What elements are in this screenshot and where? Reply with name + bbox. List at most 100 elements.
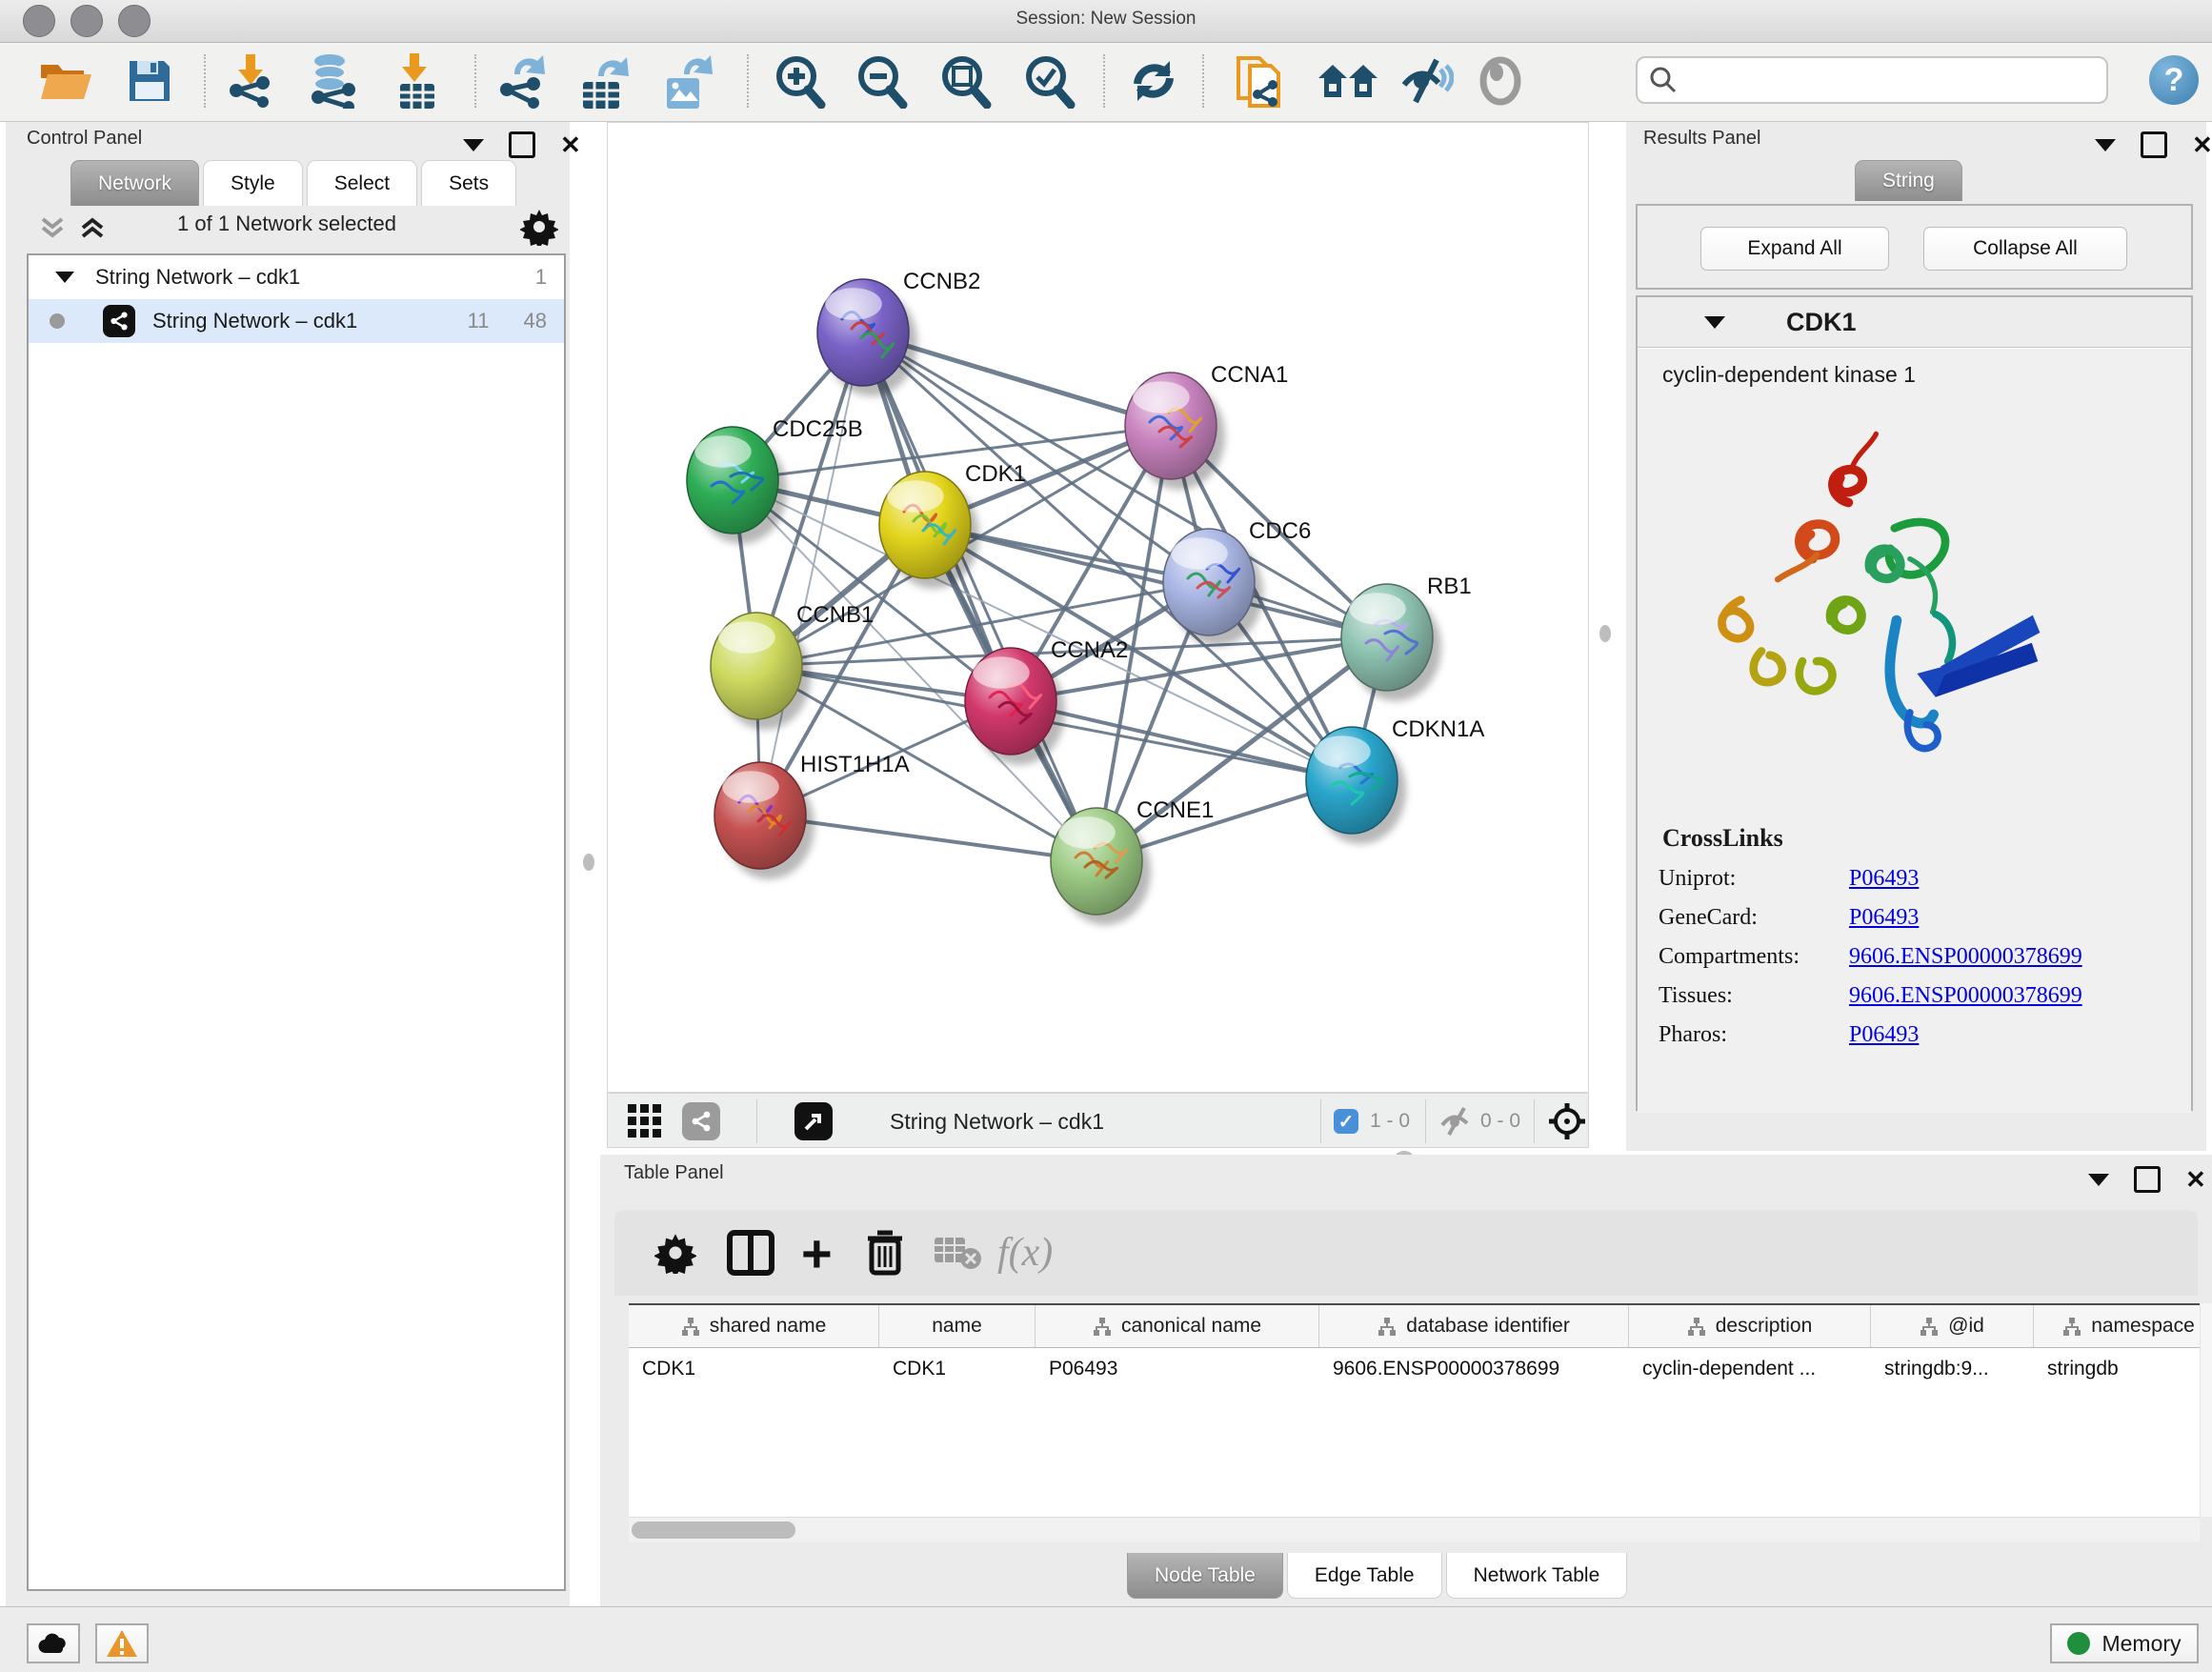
network-row[interactable]: String Network – cdk1 11 48 [29, 299, 564, 343]
table-horizontal-scrollbar[interactable] [629, 1517, 2200, 1542]
crosslink-link[interactable]: P06493 [1849, 905, 1919, 931]
table-row[interactable]: CDK1CDK1P064939606.ENSP00000378699cyclin… [629, 1348, 2200, 1390]
apply-layout-icon[interactable] [1128, 50, 1179, 111]
tab-sets[interactable]: Sets [421, 160, 516, 206]
table-cell: stringdb:9... [1871, 1348, 2034, 1390]
node-CCNB1[interactable] [711, 613, 802, 719]
column-header-shared-name[interactable]: shared name [629, 1305, 879, 1347]
panel-menu-icon[interactable] [2095, 139, 2116, 151]
node-CCNA2[interactable] [965, 648, 1056, 755]
import-table-file-icon[interactable] [392, 50, 440, 111]
selected-checkbox-icon[interactable]: ✓ [1334, 1100, 1358, 1142]
tab-style[interactable]: Style [203, 160, 303, 206]
column-header-description[interactable]: description [1629, 1305, 1871, 1347]
memory-button[interactable]: Memory [2050, 1623, 2199, 1663]
collection-expand-icon[interactable] [55, 272, 74, 283]
node-CCNE1[interactable] [1051, 808, 1142, 915]
node-CDC25B[interactable] [687, 427, 778, 534]
grid-view-icon[interactable] [627, 1100, 663, 1142]
warnings-button[interactable] [95, 1623, 149, 1663]
hide-graphics-details-icon[interactable] [1398, 50, 1454, 111]
node-RB1[interactable] [1341, 584, 1433, 691]
open-session-icon[interactable] [38, 50, 93, 111]
search-box[interactable] [1636, 56, 2108, 104]
column-header-canonical-name[interactable]: canonical name [1036, 1305, 1319, 1347]
crosslink-link[interactable]: 9606.ENSP00000378699 [1849, 944, 2082, 970]
string-view-icon[interactable] [682, 1100, 720, 1142]
tab-network-table[interactable]: Network Table [1446, 1553, 1628, 1599]
zoom-fit-icon[interactable] [939, 50, 993, 111]
help-icon[interactable]: ? [2149, 55, 2199, 105]
crosslink-link[interactable]: P06493 [1849, 1022, 1919, 1048]
tab-string[interactable]: String [1855, 160, 1962, 201]
delete-column-trash-icon[interactable] [864, 1227, 906, 1279]
scrollbar-thumb[interactable] [632, 1521, 795, 1539]
expand-all-button[interactable]: Expand All [1700, 227, 1889, 271]
panel-float-icon[interactable] [509, 131, 535, 158]
cloud-button[interactable] [27, 1623, 80, 1663]
panel-close-icon[interactable]: ✕ [2192, 134, 2212, 155]
crosshair-icon[interactable] [1547, 1100, 1587, 1142]
hidden-eye-icon[interactable] [1438, 1100, 1473, 1142]
delete-table-icon[interactable] [933, 1227, 982, 1279]
crosslink-link[interactable]: 9606.ENSP00000378699 [1849, 983, 2082, 1009]
table-options-gear-icon[interactable] [654, 1227, 696, 1279]
panel-float-icon[interactable] [2134, 1166, 2161, 1193]
column-header-namespace[interactable]: namespace [2034, 1305, 2200, 1347]
zoom-in-icon[interactable] [774, 50, 827, 111]
export-image-icon[interactable] [661, 50, 714, 111]
show-overview-houses-icon[interactable] [1317, 50, 1379, 111]
tab-select[interactable]: Select [307, 160, 417, 206]
expand-all-networks-icon[interactable] [78, 213, 107, 242]
vertical-splitter-handle[interactable] [1599, 625, 1611, 642]
open-in-window-icon[interactable] [794, 1100, 833, 1142]
import-network-database-icon[interactable] [303, 50, 362, 111]
node-CDK1[interactable] [879, 472, 971, 578]
export-table-icon[interactable] [577, 50, 631, 111]
collapse-all-button[interactable]: Collapse All [1923, 227, 2127, 271]
network-panel-options-gear-icon[interactable] [520, 208, 558, 246]
vertical-splitter-handle[interactable] [583, 854, 594, 871]
collapse-all-networks-icon[interactable] [38, 213, 67, 242]
show-graphics-details-icon[interactable] [1475, 50, 1526, 111]
column-header--id[interactable]: @id [1871, 1305, 2034, 1347]
tab-node-table[interactable]: Node Table [1127, 1553, 1283, 1599]
column-header-name[interactable]: name [879, 1305, 1036, 1347]
import-network-file-icon[interactable] [225, 50, 274, 111]
table-vertical-scrollbar[interactable] [2200, 1303, 2212, 1517]
panel-menu-icon[interactable] [463, 139, 484, 151]
network-list: String Network – cdk1 1 String Network –… [27, 253, 566, 1591]
zoom-selected-icon[interactable] [1023, 50, 1076, 111]
panel-menu-icon[interactable] [2088, 1174, 2109, 1186]
save-session-icon[interactable] [126, 50, 173, 111]
column-header-database-identifier[interactable]: database identifier [1319, 1305, 1629, 1347]
show-columns-icon[interactable] [727, 1227, 774, 1279]
crosslink-label: Pharos: [1659, 1022, 1849, 1048]
entry-collapse-icon[interactable] [1704, 316, 1725, 329]
cdk1-entry-header[interactable]: CDK1 [1638, 297, 2191, 348]
search-icon [1649, 66, 1678, 94]
node-table[interactable]: shared namenamecanonical namedatabase id… [629, 1303, 2200, 1519]
search-input[interactable] [1678, 69, 2081, 92]
create-column-plus-icon[interactable]: + [801, 1227, 833, 1279]
node-HIST1H1A[interactable] [714, 762, 806, 869]
edge-CCNB2-CCNE1[interactable] [863, 332, 1096, 861]
function-builder-icon[interactable]: f(x) [997, 1227, 1053, 1279]
node-CCNB2[interactable] [817, 279, 909, 386]
clone-network-icon[interactable] [1235, 50, 1288, 111]
tab-edge-table[interactable]: Edge Table [1287, 1553, 1442, 1599]
crosslink-link[interactable]: P06493 [1849, 866, 1919, 892]
node-CDC6[interactable] [1163, 529, 1255, 635]
panel-float-icon[interactable] [2141, 131, 2167, 158]
panel-close-icon[interactable]: ✕ [560, 134, 581, 155]
network-canvas[interactable]: CCNB2CCNA1CDC25BCDK1CDC6RB1CCNB1CCNA2CDK… [608, 123, 1588, 1092]
zoom-out-icon[interactable] [855, 50, 909, 111]
panel-close-icon[interactable]: ✕ [2185, 1169, 2206, 1190]
export-network-icon[interactable] [495, 50, 549, 111]
network-collection-row[interactable]: String Network – cdk1 1 [29, 255, 564, 299]
tab-network[interactable]: Network [70, 160, 199, 206]
node-CCNA1[interactable] [1125, 373, 1217, 479]
node-CDKN1A[interactable] [1306, 727, 1398, 834]
network-view[interactable]: CCNB2CCNA1CDC25BCDK1CDC6RB1CCNB1CCNA2CDK… [607, 122, 1589, 1093]
edge-CCNB2-HIST1H1A[interactable] [760, 332, 863, 816]
